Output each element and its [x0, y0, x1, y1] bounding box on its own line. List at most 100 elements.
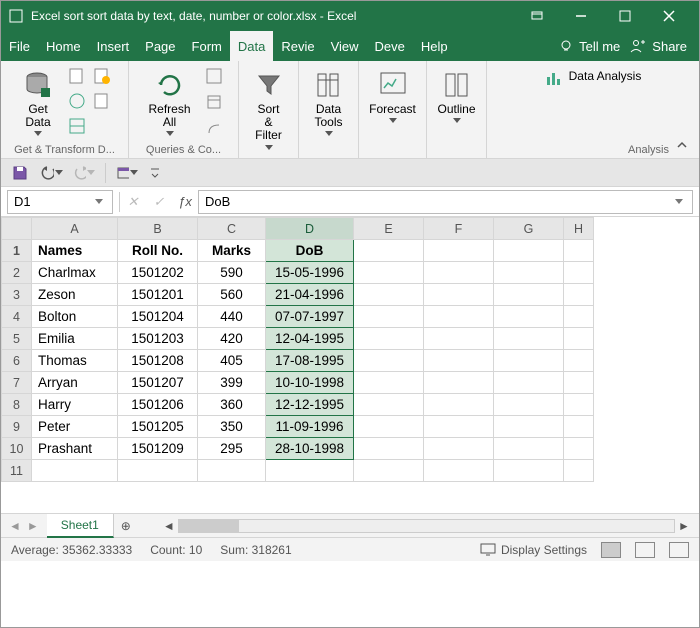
cell[interactable]: Names [32, 240, 118, 262]
cell[interactable]: Arryan [32, 372, 118, 394]
column-header-B[interactable]: B [118, 218, 198, 240]
cell[interactable]: 560 [198, 284, 266, 306]
ribbon-display-button[interactable] [515, 1, 559, 31]
cell[interactable]: 11-09-1996 [266, 416, 354, 438]
undo-button[interactable] [41, 162, 63, 184]
cell[interactable] [424, 438, 494, 460]
edit-links-button[interactable] [203, 117, 225, 139]
cell[interactable]: 15-05-1996 [266, 262, 354, 284]
qat-custom-button[interactable] [116, 162, 138, 184]
cell[interactable] [354, 284, 424, 306]
row-header[interactable]: 11 [2, 460, 32, 482]
cell[interactable] [424, 240, 494, 262]
cell[interactable]: 12-12-1995 [266, 394, 354, 416]
data-tools-button[interactable]: Data Tools [307, 65, 351, 140]
menu-tab-home[interactable]: Home [38, 31, 89, 61]
cell[interactable] [266, 460, 354, 482]
outline-button[interactable]: Outline [431, 65, 481, 127]
menu-tab-view[interactable]: View [323, 31, 367, 61]
cell[interactable] [424, 284, 494, 306]
cell[interactable]: 21-04-1996 [266, 284, 354, 306]
cell[interactable]: 10-10-1998 [266, 372, 354, 394]
cell[interactable] [424, 416, 494, 438]
maximize-button[interactable] [603, 1, 647, 31]
from-web-button[interactable] [66, 90, 88, 112]
cell[interactable]: 28-10-1998 [266, 438, 354, 460]
cell[interactable]: 440 [198, 306, 266, 328]
formula-bar[interactable] [198, 190, 693, 214]
cell[interactable]: Harry [32, 394, 118, 416]
menu-tab-form[interactable]: Form [184, 31, 230, 61]
redo-button[interactable] [73, 162, 95, 184]
sheet-nav-next[interactable]: ► [27, 519, 39, 533]
cell[interactable] [354, 328, 424, 350]
cell[interactable] [424, 328, 494, 350]
cell[interactable]: DoB [266, 240, 354, 262]
row-header[interactable]: 9 [2, 416, 32, 438]
cell[interactable] [564, 306, 594, 328]
scroll-left-button[interactable]: ◄ [162, 519, 176, 533]
cell[interactable]: 1501208 [118, 350, 198, 372]
cell[interactable] [564, 394, 594, 416]
scrollbar-thumb[interactable] [179, 520, 239, 532]
cell[interactable]: 590 [198, 262, 266, 284]
column-header-C[interactable]: C [198, 218, 266, 240]
cell[interactable] [354, 240, 424, 262]
cell[interactable] [354, 394, 424, 416]
cell[interactable] [564, 262, 594, 284]
cell[interactable]: 1501205 [118, 416, 198, 438]
cell[interactable]: 17-08-1995 [266, 350, 354, 372]
cell[interactable] [424, 306, 494, 328]
cell[interactable] [564, 460, 594, 482]
cell[interactable] [494, 460, 564, 482]
tellme-button[interactable]: Tell me [559, 39, 620, 54]
refresh-all-button[interactable]: Refresh All [142, 65, 196, 140]
cell[interactable] [354, 372, 424, 394]
cell[interactable]: 07-07-1997 [266, 306, 354, 328]
name-box-input[interactable] [14, 194, 74, 209]
cell[interactable]: Prashant [32, 438, 118, 460]
formula-input[interactable] [205, 194, 672, 209]
menu-tab-page[interactable]: Page [137, 31, 183, 61]
cell[interactable]: 295 [198, 438, 266, 460]
cell[interactable] [354, 438, 424, 460]
cell[interactable] [424, 460, 494, 482]
cell[interactable] [494, 394, 564, 416]
cell[interactable]: Thomas [32, 350, 118, 372]
horizontal-scrollbar[interactable]: ◄ ► [138, 519, 699, 533]
add-sheet-button[interactable]: ⊕ [114, 519, 138, 533]
cell[interactable] [32, 460, 118, 482]
enter-button[interactable]: ✓ [146, 190, 172, 214]
data-analysis-button[interactable]: Data Analysis [541, 65, 646, 91]
cell[interactable] [494, 284, 564, 306]
cell[interactable]: Zeson [32, 284, 118, 306]
cell[interactable] [354, 416, 424, 438]
queries-button[interactable] [203, 65, 225, 87]
cell[interactable] [564, 240, 594, 262]
cell[interactable] [564, 284, 594, 306]
properties-button[interactable] [203, 91, 225, 113]
cell[interactable] [424, 372, 494, 394]
column-header-D[interactable]: D [266, 218, 354, 240]
row-header[interactable]: 8 [2, 394, 32, 416]
name-box[interactable] [7, 190, 113, 214]
select-all-corner[interactable] [2, 218, 32, 240]
cell[interactable] [564, 350, 594, 372]
menu-tab-deve[interactable]: Deve [367, 31, 413, 61]
cell[interactable]: 399 [198, 372, 266, 394]
cell[interactable] [198, 460, 266, 482]
sheet-tab[interactable]: Sheet1 [47, 514, 114, 538]
row-header[interactable]: 1 [2, 240, 32, 262]
cell[interactable]: 1501209 [118, 438, 198, 460]
menu-tab-revie[interactable]: Revie [273, 31, 322, 61]
cell[interactable]: 1501206 [118, 394, 198, 416]
cell[interactable]: Bolton [32, 306, 118, 328]
row-header[interactable]: 3 [2, 284, 32, 306]
cell[interactable] [494, 306, 564, 328]
get-data-button[interactable]: Get Data [16, 65, 60, 140]
cell[interactable] [494, 416, 564, 438]
qat-more-button[interactable] [148, 162, 162, 184]
cell[interactable]: 405 [198, 350, 266, 372]
menu-tab-file[interactable]: File [1, 31, 38, 61]
row-header[interactable]: 6 [2, 350, 32, 372]
